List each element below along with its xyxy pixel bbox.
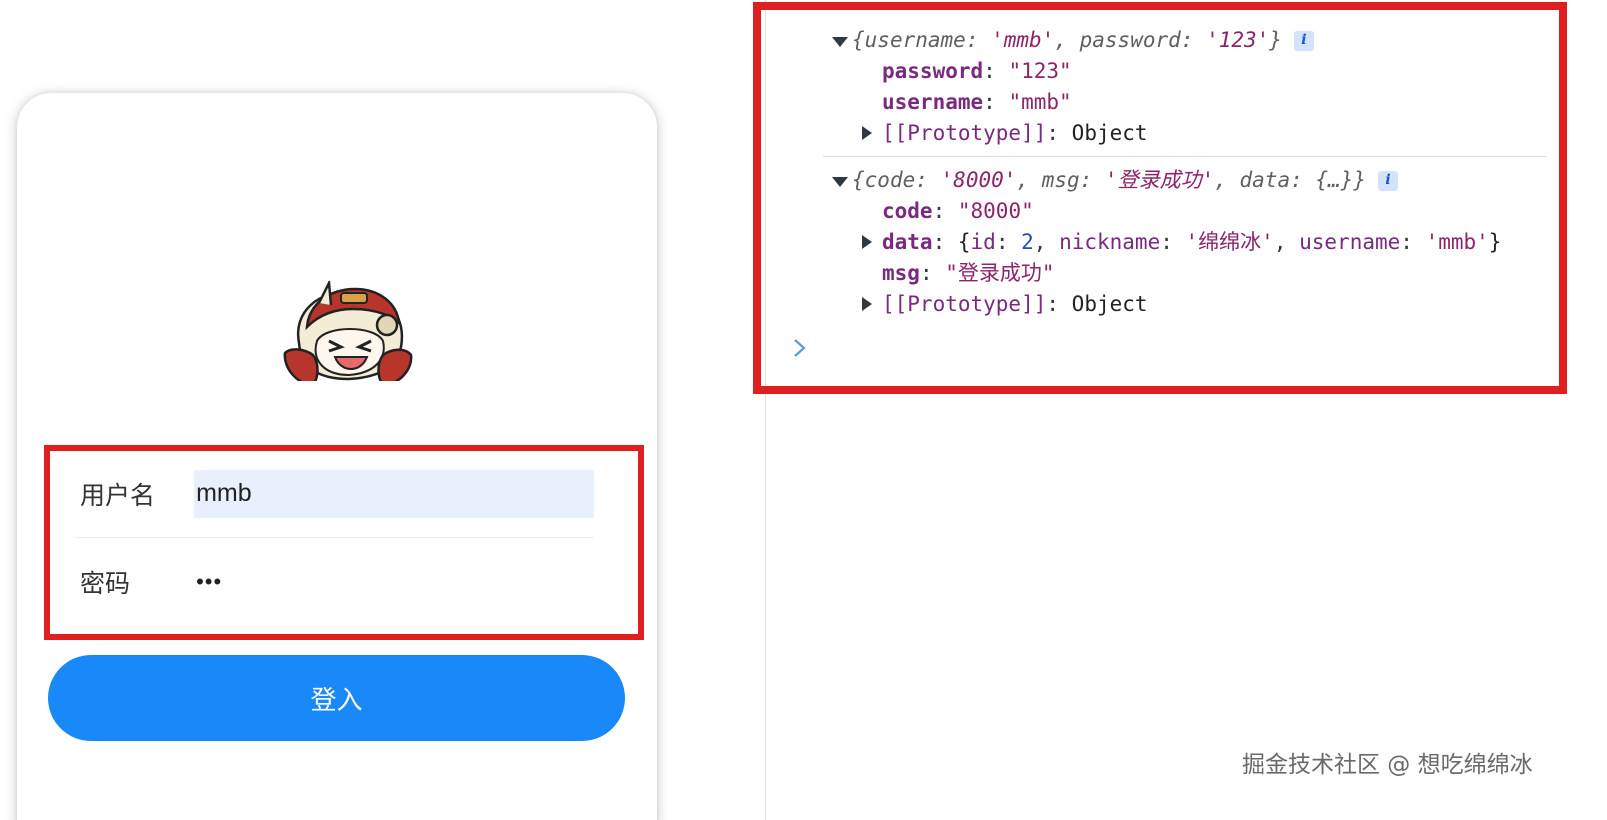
triangle-down-icon[interactable]	[830, 165, 852, 196]
triangle-down-icon[interactable]	[830, 25, 852, 56]
prop-line-username: username: "mmb"	[882, 90, 1072, 114]
password-field-row: 密码 •••	[80, 538, 594, 626]
console-entry-request: {username: 'mmb', password: '123'} i pas…	[830, 25, 1550, 149]
password-mask: •••	[196, 569, 223, 594]
prototype-line[interactable]: [[Prototype]]: Object	[830, 118, 1550, 149]
username-label: 用户名	[80, 480, 156, 510]
avatar	[279, 281, 417, 387]
info-icon[interactable]: i	[1377, 170, 1398, 191]
triangle-right-icon[interactable]	[858, 118, 880, 149]
prop-line-data[interactable]: data: {id: 2, nickname: '绵绵冰', username:…	[830, 227, 1550, 258]
console-entry-separator	[823, 156, 1546, 157]
info-icon[interactable]: i	[1293, 30, 1314, 51]
password-label: 密码	[80, 569, 131, 598]
prop-line-code: code: "8000"	[882, 199, 1034, 223]
prototype-line[interactable]: [[Prototype]]: Object	[830, 289, 1550, 320]
username-input[interactable]	[194, 469, 594, 518]
entry-preview-line[interactable]: {code: '8000', msg: '登录成功', data: {…}} i	[830, 165, 1550, 196]
triangle-right-icon[interactable]	[858, 289, 880, 320]
chibi-avatar-image	[279, 281, 417, 387]
password-input[interactable]: •••	[194, 558, 594, 606]
prop-line-msg: msg: "登录成功"	[882, 261, 1055, 285]
username-field-row: 用户名	[80, 450, 594, 538]
console-entry-response: {code: '8000', msg: '登录成功', data: {…}} i…	[830, 165, 1550, 320]
login-button[interactable]: 登入	[48, 655, 625, 741]
prop-line-password: password: "123"	[882, 59, 1072, 83]
entry-preview-line[interactable]: {username: 'mmb', password: '123'} i	[830, 25, 1550, 56]
triangle-right-icon[interactable]	[858, 227, 880, 258]
chevron-right-icon[interactable]	[790, 336, 810, 360]
watermark: 掘金技术社区 @ 想吃绵绵冰	[1242, 752, 1533, 778]
